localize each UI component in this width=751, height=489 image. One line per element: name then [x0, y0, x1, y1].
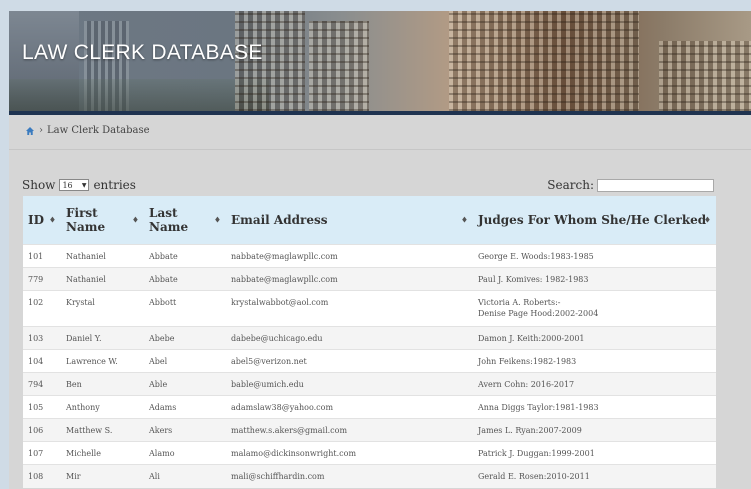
column-header-judges[interactable]: Judges For Whom She/He Clerked ♦: [473, 196, 716, 245]
breadcrumb-current: Law Clerk Database: [47, 125, 150, 136]
page-size-value: 16: [62, 180, 73, 190]
cell-first-name: Lawrence W.: [61, 349, 144, 373]
cell-first-name: Nathaniel: [61, 267, 144, 291]
judges-line: Victoria A. Roberts:-: [478, 298, 561, 307]
cell-first-name: Krystal: [61, 290, 144, 327]
cell-id: 107: [23, 441, 61, 465]
cell-judges: Gerald E. Rosen:2010-2011: [473, 464, 716, 488]
header-banner: LAW CLERK DATABASE: [9, 11, 751, 111]
cell-email: mali@schiffhardin.com: [226, 464, 473, 488]
cell-last-name: Able: [144, 372, 226, 396]
cell-last-name: Abel: [144, 349, 226, 373]
column-header-email[interactable]: Email Address ♦: [226, 196, 473, 245]
cell-email: nabbate@maglawpllc.com: [226, 267, 473, 291]
cell-last-name: Abbate: [144, 267, 226, 291]
table-row: 107 Michelle Alamo malamo@dickinsonwrigh…: [23, 441, 716, 465]
search-control: Search:: [547, 178, 714, 192]
law-clerk-table: ID ♦ First Name ♦ Last Name ♦ Email Address…: [23, 196, 716, 488]
cell-first-name: Matthew S.: [61, 418, 144, 442]
breadcrumb: › Law Clerk Database: [25, 125, 150, 136]
entries-label: entries: [93, 178, 136, 192]
breadcrumb-separator: ›: [39, 125, 43, 136]
table-row: 105 Anthony Adams adamslaw38@yahoo.com A…: [23, 395, 716, 419]
home-icon[interactable]: [25, 126, 35, 136]
cell-last-name: Abbate: [144, 244, 226, 268]
cell-id: 106: [23, 418, 61, 442]
show-label: Show: [22, 178, 56, 192]
table-row: 794 Ben Able bable@umich.edu Avern Cohn:…: [23, 372, 716, 396]
sort-icon: ♦: [703, 215, 711, 225]
cell-judges: George E. Woods:1983-1985: [473, 244, 716, 268]
sort-icon: ♦: [131, 215, 139, 225]
table-header-row: ID ♦ First Name ♦ Last Name ♦ Email Address…: [23, 196, 716, 245]
cell-email: nabbate@maglawpllc.com: [226, 244, 473, 268]
page-size-select[interactable]: 16 ▼: [59, 179, 90, 191]
cell-last-name: Ali: [144, 464, 226, 488]
cell-email: matthew.s.akers@gmail.com: [226, 418, 473, 442]
cell-first-name: Michelle: [61, 441, 144, 465]
cell-id: 103: [23, 326, 61, 350]
search-label: Search:: [547, 178, 594, 192]
cell-last-name: Akers: [144, 418, 226, 442]
cell-email: krystalwabbot@aol.com: [226, 290, 473, 327]
page-length-control: Show 16 ▼ entries: [22, 178, 136, 192]
sort-icon: ♦: [460, 215, 468, 225]
cell-first-name: Mir: [61, 464, 144, 488]
page-frame: LAW CLERK DATABASE › Law Clerk Database …: [9, 11, 751, 489]
column-header-first-name[interactable]: First Name ♦: [61, 196, 144, 245]
cell-judges: John Feikens:1982-1983: [473, 349, 716, 373]
breadcrumb-divider: [9, 149, 751, 150]
cell-last-name: Abbott: [144, 290, 226, 327]
table-row: 102 Krystal Abbott krystalwabbot@aol.com…: [23, 290, 716, 327]
table-row: 779 Nathaniel Abbate nabbate@maglawpllc.…: [23, 267, 716, 291]
cell-id: 105: [23, 395, 61, 419]
cell-id: 779: [23, 267, 61, 291]
banner-divider: [9, 111, 751, 115]
cell-id: 794: [23, 372, 61, 396]
table-row: 106 Matthew S. Akers matthew.s.akers@gma…: [23, 418, 716, 442]
cell-last-name: Alamo: [144, 441, 226, 465]
table-row: 104 Lawrence W. Abel abel5@verizon.net J…: [23, 349, 716, 373]
cell-email: dabebe@uchicago.edu: [226, 326, 473, 350]
cell-email: abel5@verizon.net: [226, 349, 473, 373]
table-row: 101 Nathaniel Abbate nabbate@maglawpllc.…: [23, 244, 716, 268]
cell-first-name: Anthony: [61, 395, 144, 419]
search-input[interactable]: [597, 178, 714, 192]
cell-id: 104: [23, 349, 61, 373]
cell-judges: Patrick J. Duggan:1999-2001: [473, 441, 716, 465]
sort-icon: ♦: [213, 215, 221, 225]
cell-email: bable@umich.edu: [226, 372, 473, 396]
table-row: 108 Mir Ali mali@schiffhardin.com Gerald…: [23, 464, 716, 488]
cell-id: 102: [23, 290, 61, 327]
judges-line: Denise Page Hood:2002-2004: [478, 309, 599, 318]
page-title: LAW CLERK DATABASE: [22, 41, 263, 64]
table-row: 103 Daniel Y. Abebe dabebe@uchicago.edu …: [23, 326, 716, 350]
cell-judges: Paul J. Komives: 1982-1983: [473, 267, 716, 291]
cell-first-name: Nathaniel: [61, 244, 144, 268]
cell-judges: Avern Cohn: 2016-2017: [473, 372, 716, 396]
cell-first-name: Daniel Y.: [61, 326, 144, 350]
chevron-down-icon: ▼: [81, 181, 87, 189]
cell-first-name: Ben: [61, 372, 144, 396]
cell-email: adamslaw38@yahoo.com: [226, 395, 473, 419]
cell-last-name: Adams: [144, 395, 226, 419]
cell-judges: Victoria A. Roberts:- Denise Page Hood:2…: [473, 290, 716, 327]
cell-judges: Anna Diggs Taylor:1981-1983: [473, 395, 716, 419]
cell-judges: James L. Ryan:2007-2009: [473, 418, 716, 442]
cell-id: 101: [23, 244, 61, 268]
sort-icon: ♦: [48, 215, 56, 225]
cell-judges: Damon J. Keith:2000-2001: [473, 326, 716, 350]
cell-email: malamo@dickinsonwright.com: [226, 441, 473, 465]
cell-id: 108: [23, 464, 61, 488]
column-header-id[interactable]: ID ♦: [23, 196, 61, 245]
column-header-last-name[interactable]: Last Name ♦: [144, 196, 226, 245]
cell-last-name: Abebe: [144, 326, 226, 350]
